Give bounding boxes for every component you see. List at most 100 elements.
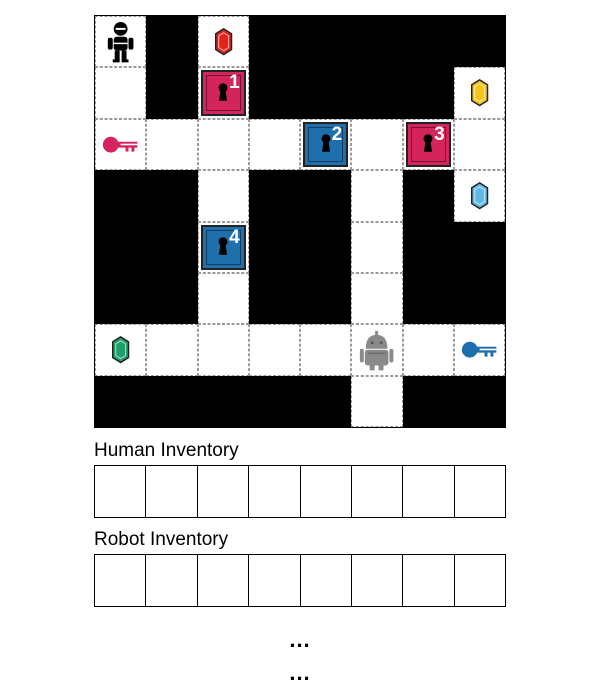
gem-cyan-icon[interactable] xyxy=(455,171,504,220)
wall-cell xyxy=(95,375,147,427)
wall-cell xyxy=(248,375,300,427)
wall-cell xyxy=(248,67,300,119)
human-icon[interactable] xyxy=(96,17,145,66)
wall-cell xyxy=(300,221,352,273)
floor-cell[interactable] xyxy=(453,118,505,171)
keyhole-icon xyxy=(217,236,229,261)
door-red-1[interactable]: 1 xyxy=(200,70,246,116)
floor-cell[interactable] xyxy=(146,118,198,171)
floor-cell[interactable] xyxy=(197,16,249,68)
floor-cell[interactable] xyxy=(453,170,505,222)
wall-cell xyxy=(146,67,198,119)
door-number: 1 xyxy=(229,72,240,94)
wall-cell xyxy=(248,170,300,222)
robot-inventory-slot[interactable] xyxy=(198,555,250,606)
human-inventory-slot[interactable] xyxy=(455,466,505,517)
door-number: 2 xyxy=(331,123,343,145)
wall-cell xyxy=(146,375,198,427)
floor-cell[interactable] xyxy=(95,67,147,119)
wall-cell xyxy=(402,221,454,273)
wall-cell xyxy=(248,221,300,273)
human-inventory-slot[interactable] xyxy=(146,466,198,517)
human-inventory-slot[interactable] xyxy=(95,466,147,517)
wall-cell xyxy=(95,272,147,325)
gem-green-icon[interactable] xyxy=(96,325,145,374)
floor-cell[interactable] xyxy=(402,324,454,376)
wall-cell xyxy=(453,272,505,325)
floor-cell[interactable] xyxy=(248,324,300,376)
ellipsis-2: ... xyxy=(289,660,311,685)
floor-cell[interactable] xyxy=(95,16,147,68)
floor-cell[interactable] xyxy=(95,118,147,171)
wall-cell xyxy=(351,16,403,68)
human-inventory-slot[interactable] xyxy=(352,466,404,517)
floor-cell[interactable]: 4 xyxy=(197,221,249,273)
wall-cell xyxy=(146,16,198,68)
wall-cell xyxy=(300,16,352,68)
door-blue-4[interactable]: 4 xyxy=(200,224,246,270)
floor-cell[interactable] xyxy=(351,170,403,222)
floor-cell[interactable] xyxy=(453,324,505,376)
wall-cell xyxy=(402,375,454,427)
wall-cell xyxy=(248,272,300,325)
key-blue-icon[interactable] xyxy=(455,325,504,374)
human-inventory-slot[interactable] xyxy=(301,466,352,517)
floor-cell[interactable] xyxy=(351,221,403,273)
keyhole-icon xyxy=(422,133,434,158)
wall-cell xyxy=(402,170,454,222)
robot-inventory-slot[interactable] xyxy=(95,555,147,606)
wall-cell xyxy=(197,375,249,427)
robot-inventory-slot[interactable] xyxy=(146,555,198,606)
floor-cell[interactable] xyxy=(197,324,249,376)
human-inventory-slot[interactable] xyxy=(198,466,250,517)
keyhole-icon xyxy=(320,133,332,158)
key-red-icon[interactable] xyxy=(96,120,145,169)
robot-inventory xyxy=(94,554,506,607)
wall-cell xyxy=(146,170,198,222)
floor-cell[interactable] xyxy=(146,324,198,376)
wall-cell xyxy=(402,272,454,325)
wall-cell xyxy=(300,272,352,325)
floor-cell[interactable]: 1 xyxy=(197,67,249,119)
wall-cell xyxy=(146,221,198,273)
wall-cell xyxy=(146,272,198,325)
floor-cell[interactable] xyxy=(453,67,505,119)
floor-cell[interactable] xyxy=(351,375,403,427)
gem-yellow-icon[interactable] xyxy=(455,68,504,117)
robot-icon[interactable] xyxy=(352,325,401,374)
robot-inventory-slot[interactable] xyxy=(455,555,505,606)
door-number: 4 xyxy=(229,226,240,248)
robot-inventory-slot[interactable] xyxy=(403,555,455,606)
wall-cell xyxy=(300,170,352,222)
keyhole-icon xyxy=(217,82,229,107)
floor-cell[interactable] xyxy=(95,324,147,376)
floor-cell[interactable] xyxy=(351,324,403,376)
human-inventory xyxy=(94,465,506,518)
door-red-3[interactable]: 3 xyxy=(405,121,451,168)
game-board: 1 2 3 4 xyxy=(94,15,506,428)
floor-cell[interactable] xyxy=(197,118,249,171)
floor-cell[interactable] xyxy=(300,324,352,376)
human-inventory-label: Human Inventory xyxy=(94,440,239,461)
gem-red-icon[interactable] xyxy=(199,17,248,66)
human-inventory-slot[interactable] xyxy=(249,466,301,517)
door-blue-2[interactable]: 2 xyxy=(303,121,349,168)
robot-inventory-slot[interactable] xyxy=(301,555,352,606)
floor-cell[interactable] xyxy=(248,118,300,171)
door-number: 3 xyxy=(434,123,445,145)
wall-cell xyxy=(95,170,147,222)
robot-inventory-slot[interactable] xyxy=(352,555,404,606)
floor-cell[interactable] xyxy=(351,272,403,325)
wall-cell xyxy=(453,16,505,68)
floor-cell[interactable] xyxy=(197,272,249,325)
floor-cell[interactable]: 3 xyxy=(402,118,454,171)
floor-cell[interactable] xyxy=(197,170,249,222)
human-inventory-slot[interactable] xyxy=(403,466,455,517)
floor-cell[interactable]: 2 xyxy=(300,118,352,171)
wall-cell xyxy=(95,221,147,273)
ellipsis-1: ... xyxy=(289,627,311,652)
wall-cell xyxy=(300,67,352,119)
floor-cell[interactable] xyxy=(351,118,403,171)
robot-inventory-slot[interactable] xyxy=(249,555,301,606)
wall-cell xyxy=(351,67,403,119)
